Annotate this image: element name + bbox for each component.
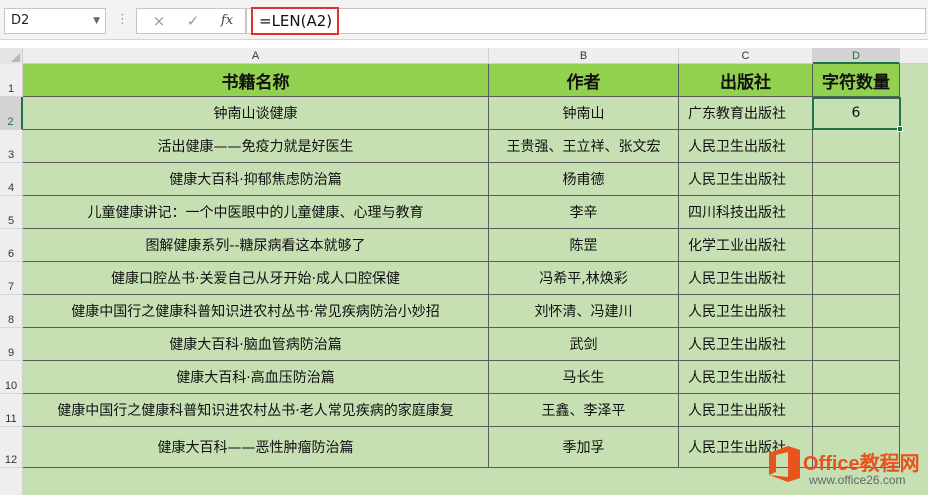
chevron-down-icon[interactable]: ▼	[93, 9, 100, 33]
cell-title[interactable]: 活出健康——免疫力就是好医生	[23, 130, 489, 163]
cell-author[interactable]: 季加孚	[489, 427, 679, 468]
cell-author[interactable]: 冯希平,林焕彩	[489, 262, 679, 295]
cell-publisher[interactable]: 人民卫生出版社	[679, 394, 813, 427]
column-header-d[interactable]: D	[813, 48, 900, 64]
cell-char-count[interactable]	[813, 196, 900, 229]
cell-char-count[interactable]	[813, 328, 900, 361]
row-header-1[interactable]: 1	[0, 64, 23, 97]
cell-publisher[interactable]: 人民卫生出版社	[679, 361, 813, 394]
cell-char-count[interactable]	[813, 361, 900, 394]
empty-column-area[interactable]	[900, 64, 928, 495]
name-box-value: D2	[11, 13, 30, 28]
cancel-icon[interactable]: ×	[147, 9, 171, 33]
header-cell-char-count[interactable]: 字符数量	[813, 64, 900, 97]
cell-author[interactable]: 钟南山	[489, 97, 679, 130]
header-cell-publisher[interactable]: 出版社	[679, 64, 813, 97]
cell-title[interactable]: 健康大百科·抑郁焦虑防治篇	[23, 163, 489, 196]
cell-char-count[interactable]	[813, 229, 900, 262]
cell-author[interactable]: 李辛	[489, 196, 679, 229]
cell-publisher[interactable]: 广东教育出版社	[679, 97, 813, 130]
cell-author[interactable]: 杨甫德	[489, 163, 679, 196]
cell-title[interactable]: 健康大百科·高血压防治篇	[23, 361, 489, 394]
cell-publisher[interactable]: 人民卫生出版社	[679, 163, 813, 196]
row-header-6[interactable]: 6	[0, 229, 23, 262]
cell-char-count[interactable]	[813, 262, 900, 295]
cell-char-count[interactable]	[813, 295, 900, 328]
cell-title[interactable]: 钟南山谈健康	[23, 97, 489, 130]
cell-publisher[interactable]: 人民卫生出版社	[679, 295, 813, 328]
formula-input[interactable]: =LEN(A2)	[246, 7, 926, 35]
row-header-7[interactable]: 7	[0, 262, 23, 295]
cell-publisher[interactable]: 人民卫生出版社	[679, 328, 813, 361]
row-header-3[interactable]: 3	[0, 130, 23, 163]
cell-char-count[interactable]	[813, 130, 900, 163]
cell-author[interactable]: 王鑫、李泽平	[489, 394, 679, 427]
row-header-2[interactable]: 2	[0, 97, 23, 130]
formula-text[interactable]: =LEN(A2)	[251, 7, 339, 35]
row-header-5[interactable]: 5	[0, 196, 23, 229]
cell-title[interactable]: 健康口腔丛书·关爱自己从牙开始·成人口腔保健	[23, 262, 489, 295]
cell-char-count[interactable]: 6	[813, 97, 900, 130]
cell-publisher[interactable]: 人民卫生出版社	[679, 130, 813, 163]
name-box[interactable]: D2 ▼	[4, 8, 106, 34]
cell-title[interactable]: 图解健康系列--糖尿病看这本就够了	[23, 229, 489, 262]
cell-title[interactable]: 健康大百科·脑血管病防治篇	[23, 328, 489, 361]
watermark-title: Office教程网	[803, 453, 920, 475]
fill-handle[interactable]	[897, 126, 903, 132]
formula-bar: D2 ▼ ⋮ × ✓ fx =LEN(A2)	[0, 0, 928, 40]
column-header-c[interactable]: C	[679, 48, 813, 64]
cell-author[interactable]: 王贵强、王立祥、张文宏	[489, 130, 679, 163]
row-header-10[interactable]: 10	[0, 361, 23, 394]
cell-author[interactable]: 刘怀清、冯建川	[489, 295, 679, 328]
row-header-12[interactable]: 12	[0, 427, 23, 468]
cell-author[interactable]: 马长生	[489, 361, 679, 394]
row-header-13[interactable]	[0, 468, 23, 495]
cell-title[interactable]: 儿童健康讲记：一个中医眼中的儿童健康、心理与教育	[23, 196, 489, 229]
cell-title[interactable]: 健康中国行之健康科普知识进农村丛书·老人常见疾病的家庭康复	[23, 394, 489, 427]
cell-publisher[interactable]: 化学工业出版社	[679, 229, 813, 262]
row-header-9[interactable]: 9	[0, 328, 23, 361]
drag-handle-icon[interactable]: ⋮	[116, 12, 129, 28]
cell-publisher[interactable]: 四川科技出版社	[679, 196, 813, 229]
formula-buttons: × ✓ fx	[136, 8, 246, 34]
column-header-b[interactable]: B	[489, 48, 679, 64]
header-cell-author[interactable]: 作者	[489, 64, 679, 97]
cell-author[interactable]: 陈罡	[489, 229, 679, 262]
cell-author[interactable]: 武剑	[489, 328, 679, 361]
office-logo-icon	[769, 446, 800, 482]
cell-title[interactable]: 健康中国行之健康科普知识进农村丛书·常见疾病防治小妙招	[23, 295, 489, 328]
cell-publisher[interactable]: 人民卫生出版社	[679, 262, 813, 295]
watermark: Office教程网 www.office26.com	[757, 438, 928, 495]
row-header-4[interactable]: 4	[0, 163, 23, 196]
cell-title[interactable]: 健康大百科——恶性肿瘤防治篇	[23, 427, 489, 468]
cell-char-count[interactable]	[813, 394, 900, 427]
column-header-a[interactable]: A	[23, 48, 489, 64]
header-cell-title[interactable]: 书籍名称	[23, 64, 489, 97]
row-header-8[interactable]: 8	[0, 295, 23, 328]
insert-function-icon[interactable]: fx	[215, 9, 239, 33]
row-header-11[interactable]: 11	[0, 394, 23, 427]
select-all-button[interactable]	[0, 48, 23, 64]
cell-char-count[interactable]	[813, 163, 900, 196]
watermark-url: www.office26.com	[809, 473, 906, 487]
enter-icon[interactable]: ✓	[181, 9, 205, 33]
